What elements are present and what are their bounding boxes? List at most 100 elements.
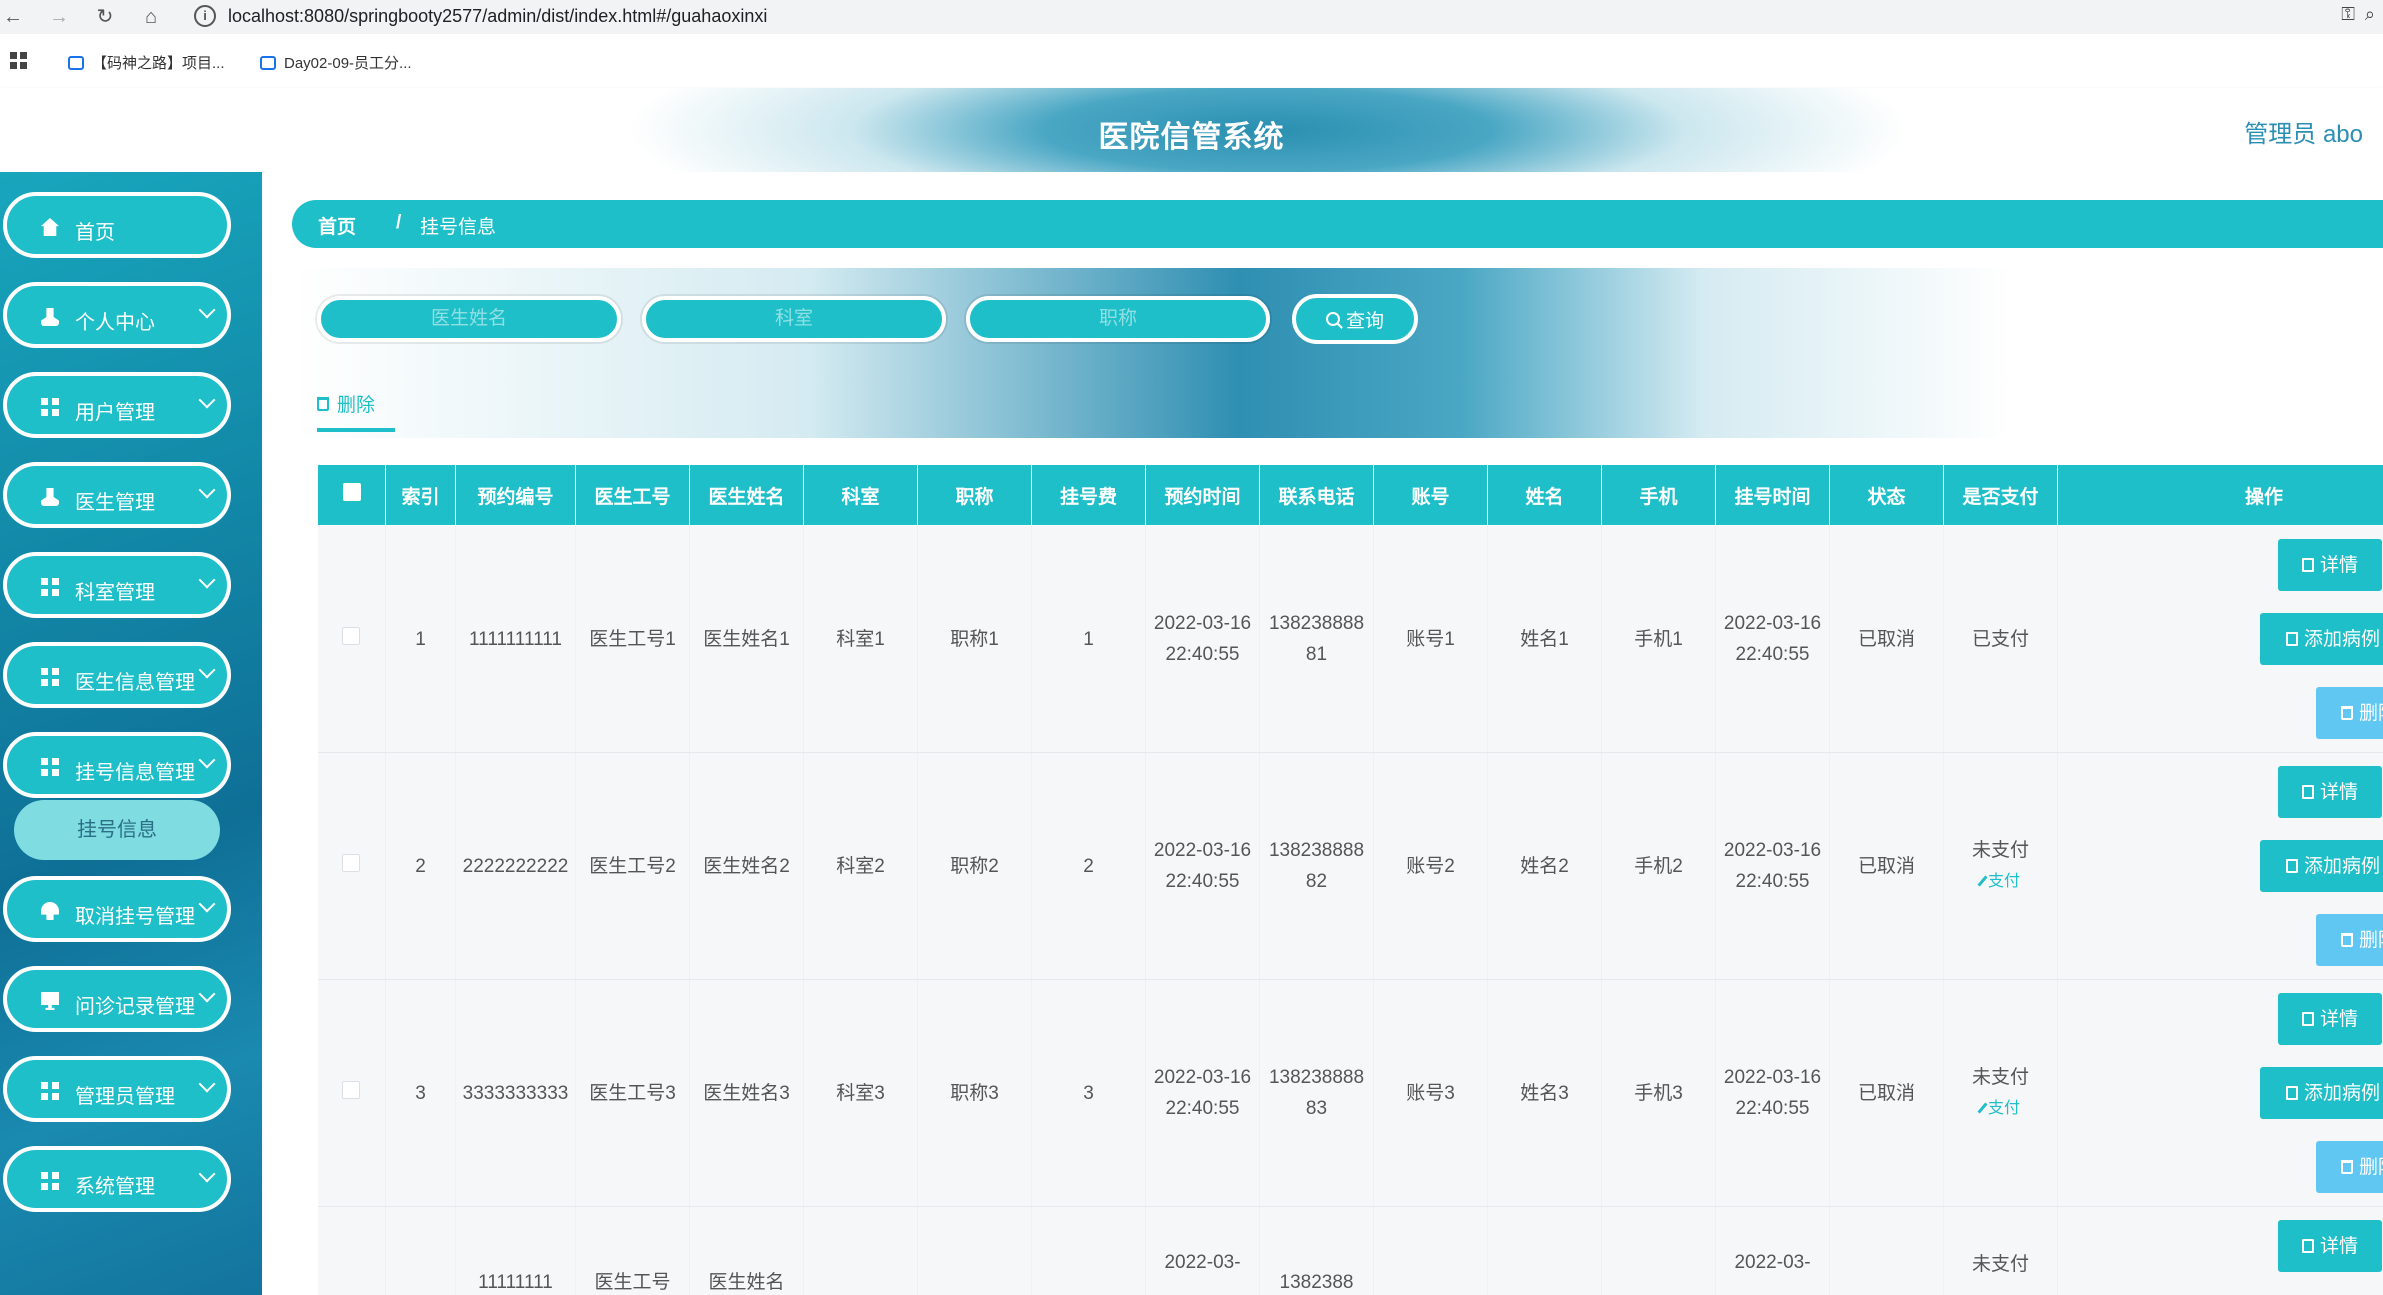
home-icon	[41, 218, 59, 236]
cell-booking-no: 3333333333	[455, 979, 576, 1207]
pay-link[interactable]: 支付	[1977, 1093, 2020, 1124]
cell-account: 账号2	[1373, 752, 1488, 980]
sidebar-item-label: 首页	[75, 222, 115, 244]
bookmark-item[interactable]: Day02-09-员工分...	[260, 52, 412, 73]
select-all-checkbox[interactable]	[317, 464, 386, 526]
back-icon[interactable]: ←	[0, 4, 26, 30]
app-title: 医院信管系统	[1098, 121, 1285, 154]
cell-name	[1487, 1206, 1602, 1295]
current-user[interactable]: 管理员 abo	[2244, 114, 2363, 149]
cell-booking-no: 2222222222	[455, 752, 576, 980]
add-medical-record-button[interactable]: 添加病例	[2260, 1067, 2383, 1119]
user-icon	[41, 488, 59, 506]
detail-button[interactable]: 详情	[2278, 1220, 2382, 1272]
document-icon	[2301, 1239, 2314, 1253]
batch-delete-button[interactable]: 删除	[317, 390, 375, 417]
sidebar-item-personal-center[interactable]: 个人中心	[3, 282, 231, 348]
breadcrumb-home[interactable]: 首页	[318, 212, 356, 239]
home-browser-icon[interactable]: ⌂	[138, 4, 164, 30]
sidebar-item-user-management[interactable]: 用户管理	[3, 372, 231, 438]
table-row: 2 2222222222 医生工号2 医生姓名2 科室2 职称2 2 2022-03-16 2…	[317, 752, 2383, 980]
sidebar-item-department-management[interactable]: 科室管理	[3, 552, 231, 618]
cell-operations: 详情取消	[2057, 1206, 2383, 1295]
delete-button[interactable]: 删除	[2316, 914, 2383, 966]
row-checkbox-cell[interactable]	[317, 525, 386, 753]
row-checkbox-cell[interactable]	[317, 1206, 386, 1295]
sidebar-item-registration-management[interactable]: 挂号信息管理	[3, 732, 231, 798]
user-icon	[41, 308, 59, 326]
sidebar-item-doctor-info-management[interactable]: 医生信息管理	[3, 642, 231, 708]
sidebar-item-doctor-management[interactable]: 医生管理	[3, 462, 231, 528]
cell-phone: 1382388	[1259, 1206, 1374, 1295]
document-icon	[2301, 785, 2314, 799]
detail-button-label: 详情	[2319, 781, 2358, 803]
cell-doctor-id: 医生工号	[575, 1206, 690, 1295]
cell-title: 职称3	[917, 979, 1032, 1207]
bookmark-item[interactable]: 【码神之路】项目...	[68, 52, 225, 73]
cell-reg-time: 2022-03-16 22:40:55	[1715, 525, 1830, 753]
checkbox[interactable]	[342, 1080, 361, 1099]
bulb-icon	[41, 902, 59, 920]
sidebar-item-system-management[interactable]: 系统管理	[3, 1146, 231, 1212]
cell-doctor-name: 医生姓名1	[689, 525, 804, 753]
edit-icon	[1977, 875, 1988, 887]
cell-text: 11111111	[478, 1272, 553, 1293]
sidebar-item-label: 问诊记录管理	[75, 996, 195, 1018]
row-checkbox-cell[interactable]	[317, 979, 386, 1207]
reload-icon[interactable]: ↻	[92, 4, 118, 30]
cell-doctor-name: 医生姓名	[689, 1206, 804, 1295]
cell-phone: 13823888881	[1259, 525, 1374, 753]
sidebar-item-label: 科室管理	[75, 582, 155, 604]
column-header: 职称	[917, 464, 1032, 526]
cell-phone: 13823888883	[1259, 979, 1374, 1207]
cell-fee: 3	[1031, 979, 1146, 1207]
cell-account: 账号1	[1373, 525, 1488, 753]
delete-button[interactable]: 删除	[2316, 1141, 2383, 1193]
cell-doctor-id: 医生工号2	[575, 752, 690, 980]
search-icon	[1325, 312, 1340, 326]
bookmark-icon	[260, 55, 276, 70]
pay-link[interactable]: 支付	[1977, 866, 2020, 897]
sidebar-item-label: 管理员管理	[75, 1086, 175, 1108]
cell-paid: 未支付	[1943, 1206, 2058, 1295]
trash-icon	[2340, 706, 2353, 720]
apps-icon[interactable]	[10, 52, 28, 70]
sidebar-subitem-registration-info[interactable]: 挂号信息	[14, 800, 220, 860]
document-icon	[2285, 859, 2298, 873]
site-info-icon[interactable]: i	[194, 5, 216, 27]
sidebar-item-home[interactable]: 首页	[3, 192, 231, 258]
pay-link-label: 支付	[1987, 872, 2020, 890]
breadcrumb-separator: /	[396, 212, 402, 233]
url-field[interactable]: localhost:8080/springbooty2577/admin/dis…	[228, 6, 767, 27]
query-button-label: 查询	[1345, 310, 1384, 332]
sidebar-item-cancel-registration-management[interactable]: 取消挂号管理	[3, 876, 231, 942]
registration-table: 索引 预约编号 医生工号 医生姓名 科室 职称 挂号费 预约时间 联系电话 账号…	[317, 464, 2383, 1295]
cell-status: 已取消	[1829, 979, 1944, 1207]
query-button[interactable]: 查询	[1292, 294, 1418, 344]
grid-icon	[41, 1082, 59, 1100]
add-medical-record-button[interactable]: 添加病例	[2260, 613, 2383, 665]
sidebar-item-label: 用户管理	[75, 402, 155, 424]
title-search-input[interactable]	[966, 296, 1270, 342]
column-header: 索引	[385, 464, 456, 526]
delete-button[interactable]: 删除	[2316, 687, 2383, 739]
checkbox[interactable]	[342, 853, 361, 872]
cell-text: 1382388	[1279, 1272, 1354, 1293]
sidebar-item-admin-management[interactable]: 管理员管理	[3, 1056, 231, 1122]
column-header: 操作	[2057, 464, 2383, 526]
row-checkbox-cell[interactable]	[317, 752, 386, 980]
detail-button[interactable]: 详情	[2278, 539, 2382, 591]
checkbox[interactable]	[342, 483, 361, 501]
forward-icon[interactable]: →	[46, 4, 72, 30]
detail-button[interactable]: 详情	[2278, 993, 2382, 1045]
cell-title	[917, 1206, 1032, 1295]
add-medical-record-button[interactable]: 添加病例	[2260, 840, 2383, 892]
detail-button[interactable]: 详情	[2278, 766, 2382, 818]
chevron-down-icon	[198, 1075, 216, 1093]
browser-right-icons[interactable]: ⚿ ⌕	[2341, 4, 2375, 25]
sidebar-item-consultation-record-management[interactable]: 问诊记录管理	[3, 966, 231, 1032]
doctor-name-search-input[interactable]	[317, 296, 621, 342]
checkbox[interactable]	[342, 626, 361, 645]
department-search-input[interactable]	[642, 296, 946, 342]
sidebar-item-label: 医生管理	[75, 492, 155, 514]
